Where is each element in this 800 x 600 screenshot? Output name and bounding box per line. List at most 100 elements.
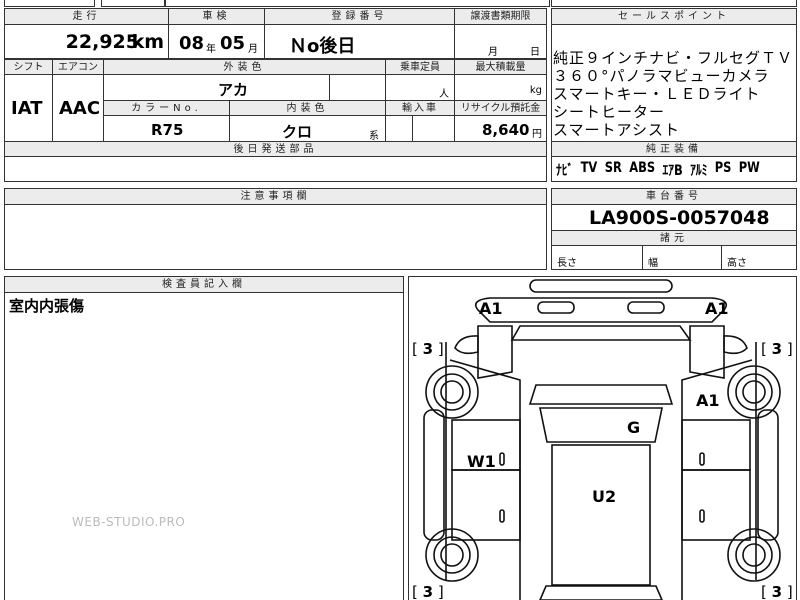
interior-color-value: クロ [282, 123, 313, 141]
max-load-unit: kg [529, 85, 542, 96]
equipment-item: ﾅﾋﾞ [556, 163, 574, 179]
mark-left-door: W1 [467, 452, 496, 471]
interior-color-label: 内装色 [229, 100, 386, 116]
top-strip-mid [101, 0, 165, 7]
capacity-label: 乗車定員 [385, 59, 455, 75]
mark-roof: U2 [592, 487, 617, 506]
interior-color-unit: 系 [369, 131, 379, 142]
top-strip-right [165, 0, 550, 7]
sales-point-line: スマートキー・ＬＥＤライト [553, 85, 761, 103]
shift-value: IAT [11, 98, 43, 119]
equipment-item: ABS [629, 160, 656, 176]
transfer-month-unit: 月 [488, 47, 498, 58]
tread-front-right-value: 3 [771, 340, 783, 358]
length-cell: 長さ [551, 245, 643, 270]
top-strip-sp [551, 0, 797, 7]
tread-front-left-value: 3 [422, 340, 434, 358]
sales-point-line: シートヒーター [553, 103, 666, 121]
exterior-color-cell: アカ [103, 74, 330, 101]
transfer-docs-label: 譲渡書類期限 [454, 8, 547, 25]
shift-label: シフト [4, 59, 53, 75]
width-cell: 幅 [642, 245, 722, 270]
color-no-value: R75 [151, 121, 184, 139]
equipment-item: PS [714, 160, 732, 176]
inspector-cell: 室内内張傷 WEB-STUDIO.PRO [4, 292, 404, 600]
width-label: 幅 [648, 258, 658, 269]
ac-label: エアコン [52, 59, 104, 75]
inspection-cell: 08 年 05 月 [168, 24, 265, 59]
capacity-cell: 人 [385, 74, 455, 101]
recycle-label: リサイクル預託金 [454, 100, 547, 116]
recycle-unit: 円 [532, 129, 542, 140]
max-load-label: 最大積載量 [454, 59, 547, 75]
interior-color-cell: クロ 系 [229, 115, 386, 142]
mark-right-side: A1 [696, 391, 720, 410]
exterior-color-extra [329, 74, 386, 101]
notes-cell [4, 204, 547, 270]
height-cell: 高さ [721, 245, 797, 270]
later-parts-label: 後日発送部品 [4, 141, 547, 157]
registration-value: Ｎo後日 [289, 36, 356, 57]
ac-cell: AAC [52, 74, 104, 142]
equipment-item: ｱﾙﾐ [690, 163, 708, 179]
tread-front-right: [ 3 ] [761, 340, 793, 358]
transfer-docs-cell: 月 日 [454, 24, 547, 59]
inspection-month: 05 [220, 33, 246, 54]
sales-point-line: 純正９インチナビ・フルセグＴＶ [553, 49, 794, 67]
mileage-cell: 22,925 km [4, 24, 169, 59]
sales-point-line: スマートアシスト [553, 121, 680, 139]
inspector-label: 検査員記入欄 [4, 276, 404, 293]
mileage-label: 走行 [4, 8, 169, 25]
tread-rear-right-value: 3 [771, 583, 783, 600]
year-unit: 年 [206, 44, 216, 55]
sales-point-line: ３６０°パノラマビューカメラ [553, 67, 770, 85]
equipment-label: 純正装備 [551, 141, 797, 157]
mark-front-left: A1 [479, 299, 503, 318]
watermark: WEB-STUDIO.PRO [72, 515, 186, 529]
car-diagram-panel: A1 A1 A1 G W1 U2 [ 3 ] [ 3 ] [ 3 ] [ 3 ] [408, 276, 797, 600]
exterior-color-label: 外装色 [103, 59, 386, 75]
sales-points-label: セールスポイント [551, 8, 797, 25]
import-label: 輸入車 [385, 100, 455, 116]
registration-label: 登録番号 [264, 8, 455, 25]
top-strip-left [4, 0, 95, 7]
color-no-label: カラーNo. [103, 100, 230, 116]
height-label: 高さ [727, 258, 747, 269]
mark-front-right: A1 [705, 299, 729, 318]
chassis-label: 車台番号 [551, 188, 797, 205]
equipment-cell: ﾅﾋﾞ TV SR ABS ｴｱB ｱﾙﾐ PS PW [551, 156, 797, 182]
sales-points-cell: 純正９インチナビ・フルセグＴＶ ３６０°パノラマビューカメラ スマートキー・ＬＥ… [551, 24, 797, 142]
tread-front-left: [ 3 ] [412, 340, 444, 358]
import-cell-b [412, 115, 455, 142]
month-unit: 月 [248, 44, 258, 55]
tread-rear-left: [ 3 ] [412, 583, 444, 600]
equipment-item: PW [738, 160, 760, 176]
mark-windshield: G [627, 418, 641, 437]
mileage-value: 22,925 [65, 31, 139, 53]
later-parts-cell [4, 156, 547, 182]
exterior-color-value: アカ [218, 81, 249, 99]
recycle-cell: 8,640 円 [454, 115, 547, 142]
car-diagram [423, 279, 781, 600]
import-cell-a [385, 115, 413, 142]
ac-value: AAC [59, 98, 101, 119]
equipment-item: ｴｱB [662, 163, 683, 179]
length-label: 長さ [557, 258, 577, 269]
shift-cell: IAT [4, 74, 53, 142]
notes-label: 注意事項欄 [4, 188, 547, 205]
inspection-year: 08 [179, 33, 205, 54]
tread-rear-left-value: 3 [422, 583, 434, 600]
mileage-unit: km [131, 31, 164, 53]
max-load-cell: kg [454, 74, 547, 101]
transfer-day-unit: 日 [530, 47, 540, 58]
chassis-value: LA900S-0057048 [589, 207, 770, 229]
registration-cell: Ｎo後日 [264, 24, 455, 59]
equipment-item: SR [604, 160, 622, 176]
capacity-unit: 人 [439, 89, 449, 100]
inspector-note: 室内内張傷 [9, 297, 85, 315]
recycle-value: 8,640 [482, 121, 530, 139]
color-no-cell: R75 [103, 115, 230, 142]
equipment-item: TV [580, 160, 598, 176]
dimensions-label: 諸元 [551, 230, 797, 246]
tread-rear-right: [ 3 ] [761, 583, 793, 600]
